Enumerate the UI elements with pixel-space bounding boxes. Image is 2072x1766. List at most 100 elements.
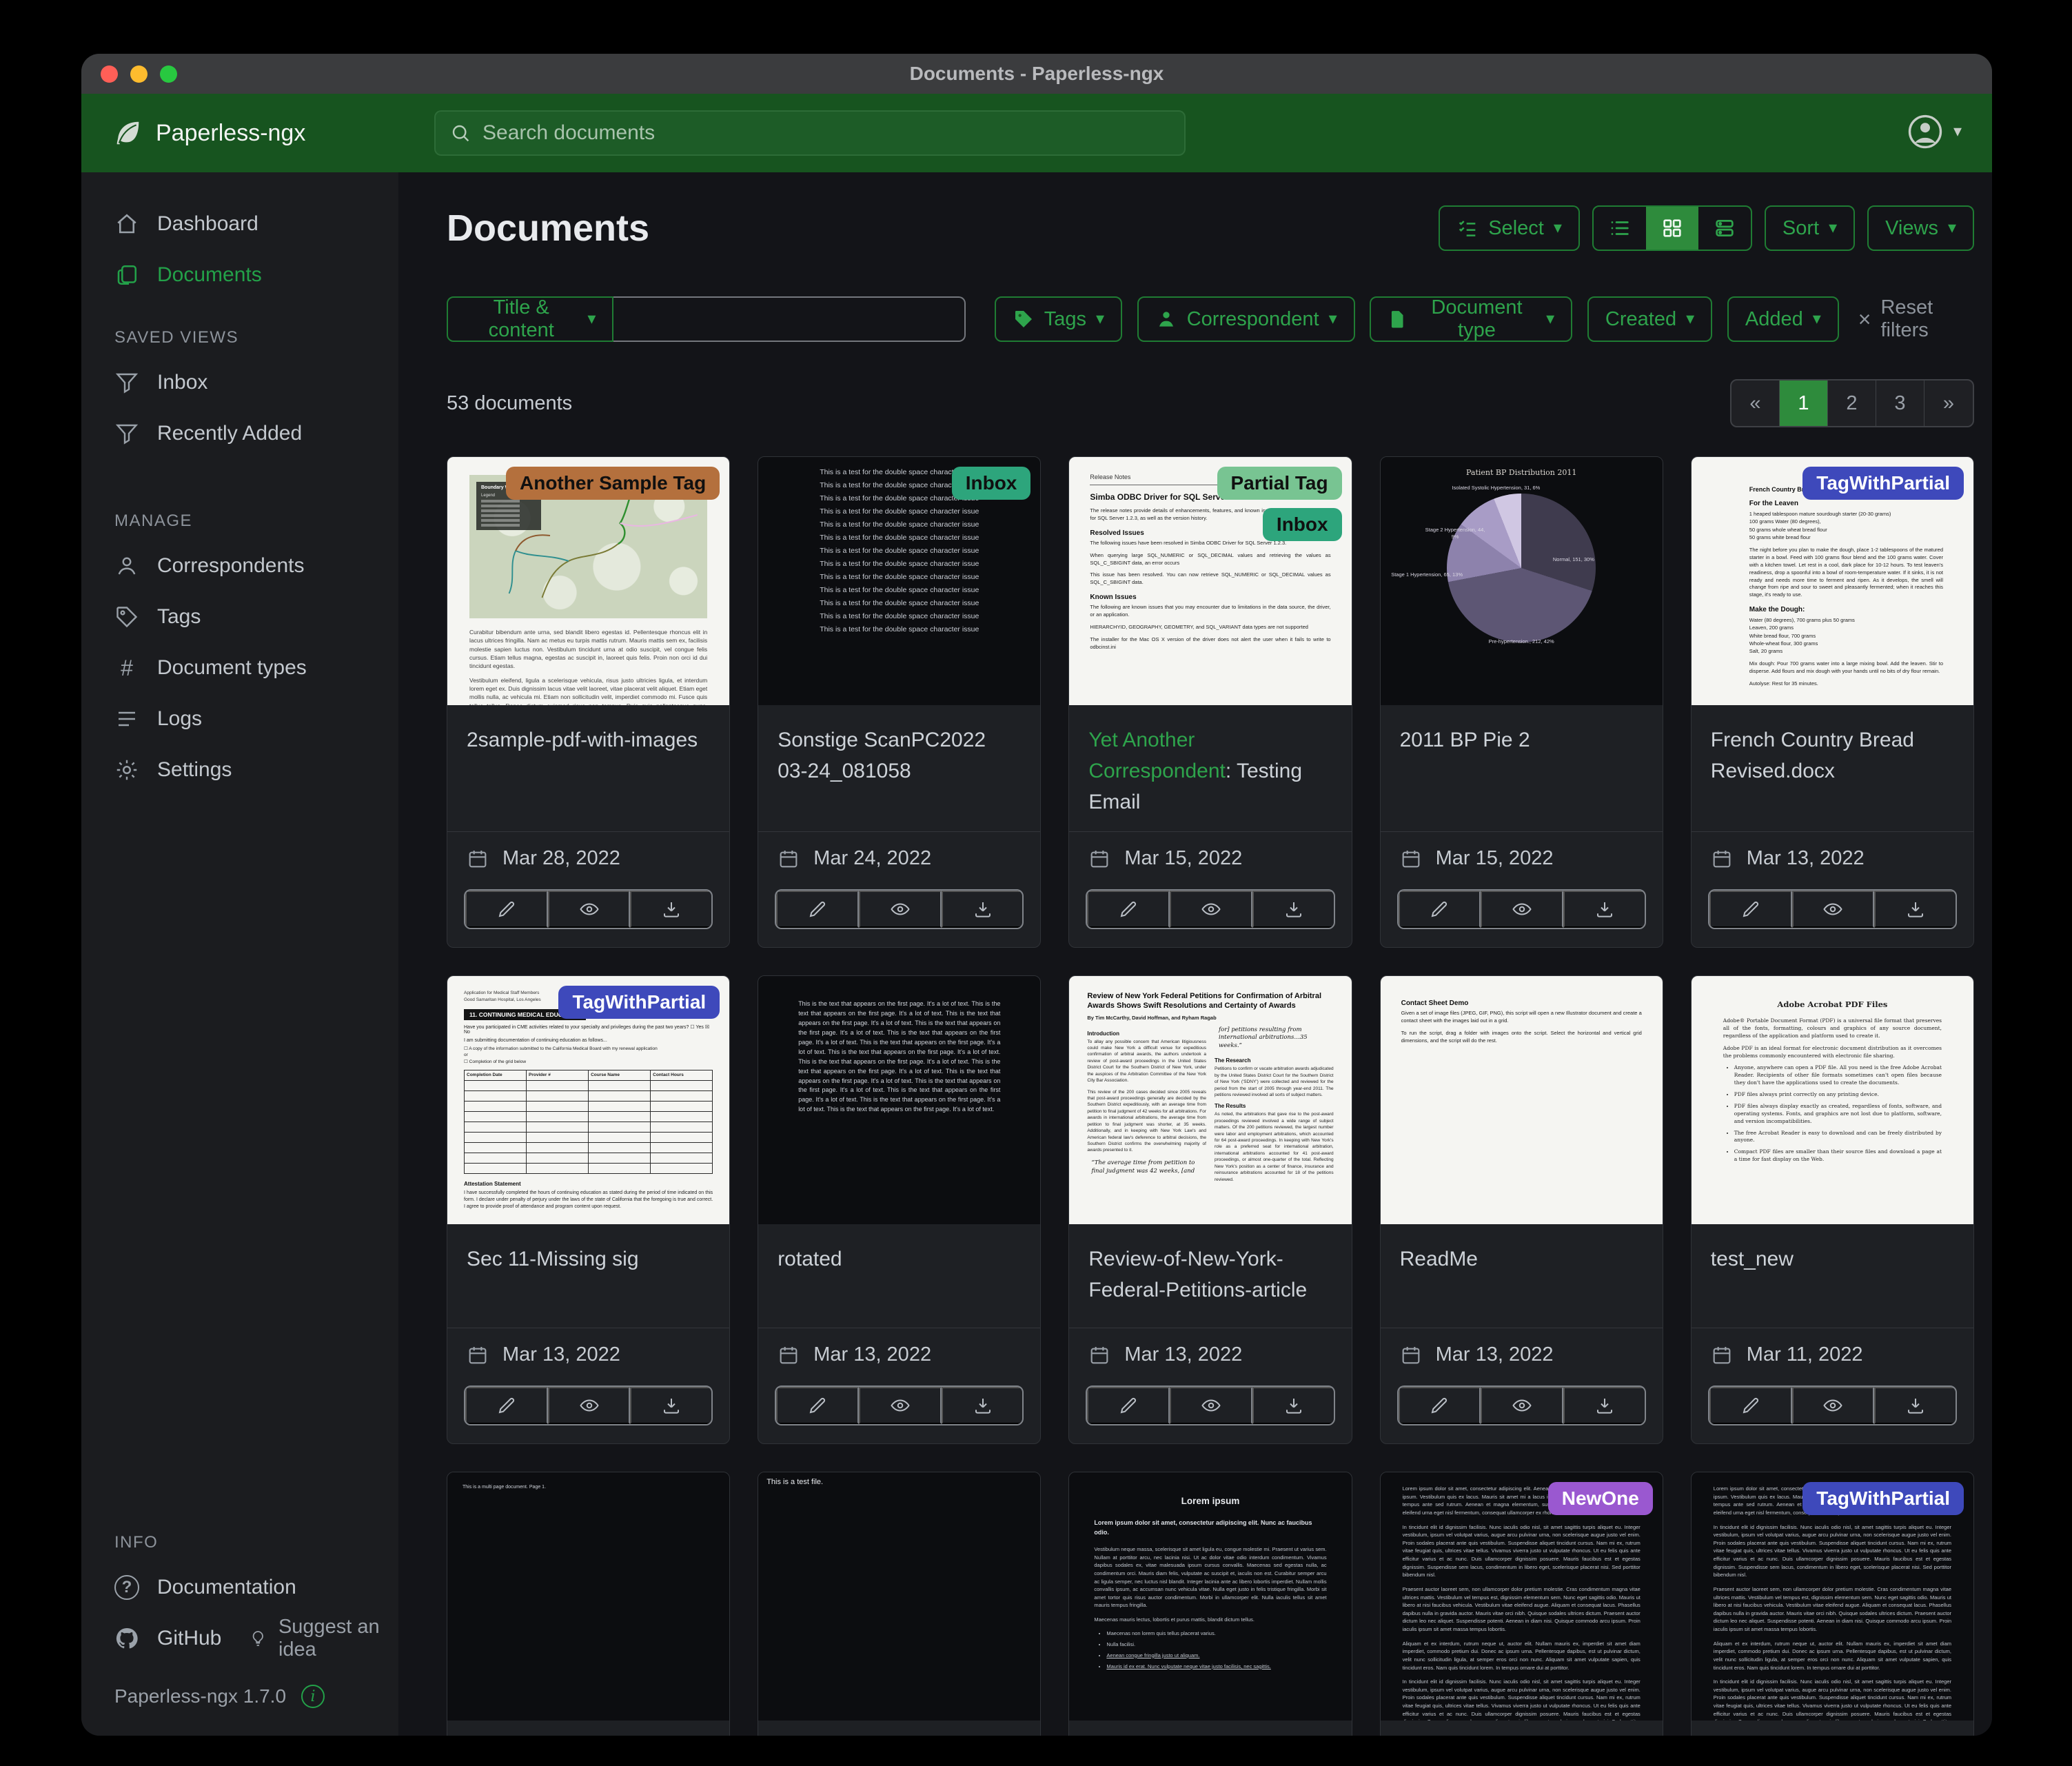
info-icon[interactable]: i bbox=[301, 1685, 325, 1708]
download-button[interactable] bbox=[942, 891, 1023, 928]
preview-button[interactable] bbox=[1481, 1387, 1563, 1424]
preview-button[interactable] bbox=[1481, 891, 1563, 928]
edit-button[interactable] bbox=[465, 1387, 548, 1424]
sort-button[interactable]: Sort ▾ bbox=[1765, 205, 1855, 251]
tag-badge[interactable]: Inbox bbox=[1263, 508, 1342, 541]
preview-button[interactable] bbox=[1792, 891, 1875, 928]
pagination-page-1[interactable]: 1 bbox=[1780, 380, 1828, 426]
document-title[interactable]: Yet Another Correspondent: Testing Email bbox=[1088, 724, 1332, 818]
tags-filter-button[interactable]: Tags ▾ bbox=[995, 296, 1122, 342]
sidebar-item-recently-added[interactable]: Recently Added bbox=[81, 408, 398, 459]
edit-button[interactable] bbox=[1399, 891, 1481, 928]
edit-button[interactable] bbox=[776, 1387, 859, 1424]
preview-button[interactable] bbox=[1792, 1387, 1875, 1424]
added-filter-button[interactable]: Added ▾ bbox=[1727, 296, 1839, 342]
document-thumbnail[interactable]: This is a multi page document. Page 1. bbox=[447, 1472, 729, 1721]
document-thumbnail[interactable]: French Country BreadFor the Leaven1 heap… bbox=[1692, 457, 1973, 705]
pagination-page-2[interactable]: 2 bbox=[1828, 380, 1876, 426]
document-type-filter-button[interactable]: Document type ▾ bbox=[1370, 296, 1572, 342]
views-button[interactable]: Views ▾ bbox=[1867, 205, 1974, 251]
edit-button[interactable] bbox=[1087, 1387, 1170, 1424]
edit-button[interactable] bbox=[1087, 891, 1170, 928]
sidebar-item-dashboard[interactable]: Dashboard bbox=[81, 199, 398, 250]
document-thumbnail[interactable]: Contact Sheet DemoGiven a set of image f… bbox=[1381, 976, 1663, 1224]
document-thumbnail[interactable]: Release NotesSimba ODBC Driver for SQL S… bbox=[1069, 457, 1351, 705]
sidebar-item-settings[interactable]: Settings bbox=[81, 744, 398, 795]
tag-badge[interactable]: NewOne bbox=[1548, 1482, 1653, 1515]
reset-filters-button[interactable]: × Reset filters bbox=[1858, 296, 1974, 342]
preview-button[interactable] bbox=[859, 1387, 942, 1424]
grid-view-button[interactable] bbox=[1646, 207, 1698, 250]
search-box[interactable] bbox=[434, 110, 1186, 156]
sidebar-item-documents[interactable]: Documents bbox=[81, 250, 398, 301]
document-title[interactable]: Sonstige ScanPC2022 03-24_081058 bbox=[778, 724, 1021, 786]
edit-button[interactable] bbox=[1709, 891, 1792, 928]
document-thumbnail[interactable]: This is a test file. bbox=[758, 1472, 1040, 1721]
sidebar-item-inbox[interactable]: Inbox bbox=[81, 357, 398, 408]
preview-button[interactable] bbox=[548, 1387, 631, 1424]
sidebar-item-suggest-idea[interactable]: Suggest an idea bbox=[249, 1616, 398, 1661]
document-title[interactable]: test_new bbox=[1711, 1244, 1954, 1275]
document-title[interactable]: Review-of-New-York-Federal-Petitions-art… bbox=[1088, 1244, 1332, 1306]
tag-badge[interactable]: Inbox bbox=[952, 467, 1031, 500]
document-thumbnail[interactable]: Adobe Acrobat PDF FilesAdobe® Portable D… bbox=[1692, 976, 1973, 1224]
download-button[interactable] bbox=[630, 891, 711, 928]
document-thumbnail[interactable]: Boundary Waters TripLegendCurabitur bibe… bbox=[447, 457, 729, 705]
sidebar-item-documentation[interactable]: ? Documentation bbox=[81, 1562, 398, 1613]
select-button[interactable]: Select ▾ bbox=[1439, 205, 1580, 251]
download-button[interactable] bbox=[1874, 891, 1956, 928]
tag-badge[interactable]: Partial Tag bbox=[1217, 467, 1342, 500]
edit-button[interactable] bbox=[776, 891, 859, 928]
document-title[interactable]: 2sample-pdf-with-images bbox=[467, 724, 710, 755]
preview-button[interactable] bbox=[859, 891, 942, 928]
sidebar-item-github[interactable]: GitHub bbox=[81, 1613, 221, 1664]
preview-button[interactable] bbox=[1170, 891, 1252, 928]
tag-badge[interactable]: TagWithPartial bbox=[1802, 467, 1964, 500]
sidebar-item-document-types[interactable]: # Document types bbox=[81, 642, 398, 693]
pagination-page-3[interactable]: 3 bbox=[1876, 380, 1924, 426]
tag-badge[interactable]: Another Sample Tag bbox=[506, 467, 720, 500]
list-view-button[interactable] bbox=[1594, 207, 1646, 250]
sidebar-item-tags[interactable]: Tags bbox=[81, 591, 398, 642]
document-thumbnail[interactable]: This is the text that appears on the fir… bbox=[758, 976, 1040, 1224]
download-button[interactable] bbox=[1252, 891, 1334, 928]
download-button[interactable] bbox=[1874, 1387, 1956, 1424]
detail-view-button[interactable] bbox=[1698, 207, 1751, 250]
document-thumbnail[interactable]: This is a test for the double space char… bbox=[758, 457, 1040, 705]
correspondent-filter-button[interactable]: Correspondent ▾ bbox=[1137, 296, 1355, 342]
download-button[interactable] bbox=[1252, 1387, 1334, 1424]
app-brand[interactable]: Paperless-ngx bbox=[112, 117, 305, 149]
document-thumbnail[interactable]: Lorem ipsum dolor sit amet, consectetur … bbox=[1381, 1472, 1663, 1721]
pagination-prev-button[interactable]: « bbox=[1731, 380, 1780, 426]
document-title[interactable]: 2011 BP Pie 2 bbox=[1400, 724, 1643, 755]
document-thumbnail[interactable]: Application for Medical Staff MembersGoo… bbox=[447, 976, 729, 1224]
preview-button[interactable] bbox=[1170, 1387, 1252, 1424]
document-correspondent[interactable]: Yet Another Correspondent bbox=[1088, 729, 1225, 782]
document-thumbnail[interactable]: Patient BP Distribution 2011Normal, 151,… bbox=[1381, 457, 1663, 705]
document-thumbnail[interactable]: Lorem ipsumLorem ipsum dolor sit amet, c… bbox=[1069, 1472, 1351, 1721]
tag-badge[interactable]: TagWithPartial bbox=[1802, 1482, 1964, 1515]
edit-button[interactable] bbox=[1709, 1387, 1792, 1424]
tag-badge[interactable]: TagWithPartial bbox=[558, 986, 720, 1019]
document-thumbnail[interactable]: Review of New York Federal Petitions for… bbox=[1069, 976, 1351, 1224]
download-button[interactable] bbox=[630, 1387, 711, 1424]
document-title[interactable]: Sec 11-Missing sig bbox=[467, 1244, 710, 1275]
pagination-next-button[interactable]: » bbox=[1924, 380, 1973, 426]
user-menu[interactable]: ▾ bbox=[1905, 112, 1962, 152]
download-button[interactable] bbox=[942, 1387, 1023, 1424]
download-button[interactable] bbox=[1563, 891, 1645, 928]
edit-button[interactable] bbox=[1399, 1387, 1481, 1424]
document-title[interactable]: ReadMe bbox=[1400, 1244, 1643, 1275]
title-content-filter-button[interactable]: Title & content ▾ bbox=[447, 296, 613, 342]
edit-button[interactable] bbox=[465, 891, 548, 928]
sidebar-item-logs[interactable]: Logs bbox=[81, 693, 398, 744]
sidebar-item-correspondents[interactable]: Correspondents bbox=[81, 540, 398, 591]
download-button[interactable] bbox=[1563, 1387, 1645, 1424]
document-title[interactable]: French Country Bread Revised.docx bbox=[1711, 724, 1954, 786]
created-filter-button[interactable]: Created ▾ bbox=[1587, 296, 1712, 342]
document-thumbnail[interactable]: Lorem ipsum dolor sit amet, consectetur … bbox=[1692, 1472, 1973, 1721]
document-title[interactable]: rotated bbox=[778, 1244, 1021, 1275]
title-content-filter-input[interactable] bbox=[613, 296, 966, 342]
search-input[interactable] bbox=[483, 121, 1170, 145]
preview-button[interactable] bbox=[548, 891, 631, 928]
